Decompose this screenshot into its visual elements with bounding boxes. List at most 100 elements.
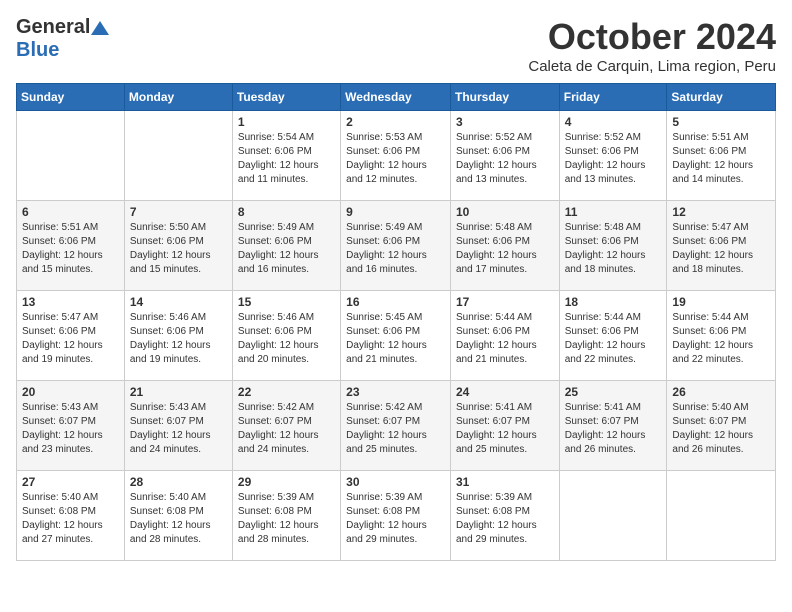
day-info: Sunrise: 5:39 AM Sunset: 6:08 PM Dayligh… xyxy=(456,491,554,547)
day-number: 31 xyxy=(456,475,554,489)
calendar-cell: 24Sunrise: 5:41 AM Sunset: 6:07 PM Dayli… xyxy=(450,381,559,471)
calendar-week-3: 13 Sunrise: 5:47 AM Sunset: 6:06 PM Dayli… xyxy=(17,291,776,381)
day-info: Sunrise: 5:51 AM Sunset: 6:06 PM Dayligh… xyxy=(22,221,119,277)
calendar-cell: 22Sunrise: 5:42 AM Sunset: 6:07 PM Dayli… xyxy=(232,381,340,471)
day-info: Sunrise: 5:46 AM Sunset: 6:06 PM Dayligh… xyxy=(238,311,335,367)
day-number: 17 xyxy=(456,295,554,309)
calendar-cell: 17 Sunrise: 5:44 AM Sunset: 6:06 PM Dayli… xyxy=(450,291,559,381)
day-info: Sunrise: 5:40 AM Sunset: 6:08 PM Dayligh… xyxy=(22,491,119,547)
calendar-week-2: 6 Sunrise: 5:51 AM Sunset: 6:06 PM Daylig… xyxy=(17,201,776,291)
calendar-cell: 18 Sunrise: 5:44 AM Sunset: 6:06 PM Dayli… xyxy=(559,291,667,381)
calendar-cell: 2Sunrise: 5:53 AM Sunset: 6:06 PM Daylig… xyxy=(341,111,451,201)
day-info: Sunrise: 5:52 AM Sunset: 6:06 PM Dayligh… xyxy=(456,131,554,187)
day-number: 28 xyxy=(130,475,227,489)
day-info: Sunrise: 5:40 AM Sunset: 6:07 PM Dayligh… xyxy=(672,401,770,457)
day-info: Sunrise: 5:44 AM Sunset: 6:06 PM Dayligh… xyxy=(456,311,554,367)
day-number: 20 xyxy=(22,385,119,399)
calendar-cell: 19Sunrise: 5:44 AM Sunset: 6:06 PM Dayli… xyxy=(667,291,776,381)
day-number: 29 xyxy=(238,475,335,489)
calendar-cell: 16 Sunrise: 5:45 AM Sunset: 6:06 PM Dayli… xyxy=(341,291,451,381)
logo-general-text: General xyxy=(16,16,90,39)
day-number: 30 xyxy=(346,475,445,489)
calendar-cell xyxy=(17,111,125,201)
calendar-cell: 7Sunrise: 5:50 AM Sunset: 6:06 PM Daylig… xyxy=(124,201,232,291)
calendar-cell: 15 Sunrise: 5:46 AM Sunset: 6:06 PM Dayli… xyxy=(232,291,340,381)
day-number: 14 xyxy=(130,295,227,309)
day-info: Sunrise: 5:49 AM Sunset: 6:06 PM Dayligh… xyxy=(238,221,335,277)
day-header-friday: Friday xyxy=(559,84,667,111)
logo: General Blue xyxy=(16,16,110,62)
logo-blue-text: Blue xyxy=(16,39,59,61)
calendar-cell: 13 Sunrise: 5:47 AM Sunset: 6:06 PM Dayli… xyxy=(17,291,125,381)
day-info: Sunrise: 5:42 AM Sunset: 6:07 PM Dayligh… xyxy=(238,401,335,457)
day-info: Sunrise: 5:44 AM Sunset: 6:06 PM Dayligh… xyxy=(565,311,662,367)
calendar-body: 1Sunrise: 5:54 AM Sunset: 6:06 PM Daylig… xyxy=(17,111,776,561)
day-info: Sunrise: 5:49 AM Sunset: 6:06 PM Dayligh… xyxy=(346,221,445,277)
calendar-cell xyxy=(559,471,667,561)
day-header-wednesday: Wednesday xyxy=(341,84,451,111)
calendar-cell: 1Sunrise: 5:54 AM Sunset: 6:06 PM Daylig… xyxy=(232,111,340,201)
day-number: 11 xyxy=(565,205,662,219)
calendar-week-1: 1Sunrise: 5:54 AM Sunset: 6:06 PM Daylig… xyxy=(17,111,776,201)
day-header-monday: Monday xyxy=(124,84,232,111)
logo-bird-icon xyxy=(91,19,109,37)
day-number: 27 xyxy=(22,475,119,489)
day-number: 3 xyxy=(456,115,554,129)
day-number: 5 xyxy=(672,115,770,129)
day-info: Sunrise: 5:47 AM Sunset: 6:06 PM Dayligh… xyxy=(672,221,770,277)
calendar-cell: 8 Sunrise: 5:49 AM Sunset: 6:06 PM Daylig… xyxy=(232,201,340,291)
day-number: 19 xyxy=(672,295,770,309)
calendar-header-row: SundayMondayTuesdayWednesdayThursdayFrid… xyxy=(17,84,776,111)
calendar-cell: 20Sunrise: 5:43 AM Sunset: 6:07 PM Dayli… xyxy=(17,381,125,471)
calendar-cell: 27 Sunrise: 5:40 AM Sunset: 6:08 PM Dayli… xyxy=(17,471,125,561)
day-number: 12 xyxy=(672,205,770,219)
calendar-cell xyxy=(124,111,232,201)
day-number: 8 xyxy=(238,205,335,219)
day-info: Sunrise: 5:51 AM Sunset: 6:06 PM Dayligh… xyxy=(672,131,770,187)
calendar-cell: 23 Sunrise: 5:42 AM Sunset: 6:07 PM Dayli… xyxy=(341,381,451,471)
day-info: Sunrise: 5:48 AM Sunset: 6:06 PM Dayligh… xyxy=(456,221,554,277)
calendar-cell: 11 Sunrise: 5:48 AM Sunset: 6:06 PM Dayli… xyxy=(559,201,667,291)
day-info: Sunrise: 5:45 AM Sunset: 6:06 PM Dayligh… xyxy=(346,311,445,367)
day-number: 6 xyxy=(22,205,119,219)
day-info: Sunrise: 5:40 AM Sunset: 6:08 PM Dayligh… xyxy=(130,491,227,547)
calendar-week-4: 20 Sunrise: 5:43 AM Sunset: 6:07 PM Dayli… xyxy=(17,381,776,471)
calendar-cell: 12 Sunrise: 5:47 AM Sunset: 6:06 PM Dayli… xyxy=(667,201,776,291)
calendar-cell: 29Sunrise: 5:39 AM Sunset: 6:08 PM Dayli… xyxy=(232,471,340,561)
day-header-saturday: Saturday xyxy=(667,84,776,111)
calendar-cell: 9Sunrise: 5:49 AM Sunset: 6:06 PM Daylig… xyxy=(341,201,451,291)
day-number: 18 xyxy=(565,295,662,309)
day-info: Sunrise: 5:43 AM Sunset: 6:07 PM Dayligh… xyxy=(130,401,227,457)
day-number: 4 xyxy=(565,115,662,129)
day-number: 10 xyxy=(456,205,554,219)
day-info: Sunrise: 5:39 AM Sunset: 6:08 PM Dayligh… xyxy=(346,491,445,547)
calendar-table: SundayMondayTuesdayWednesdayThursdayFrid… xyxy=(16,83,776,561)
day-header-sunday: Sunday xyxy=(17,84,125,111)
calendar-cell: 6 Sunrise: 5:51 AM Sunset: 6:06 PM Daylig… xyxy=(17,201,125,291)
day-number: 13 xyxy=(22,295,119,309)
calendar-cell: 21 Sunrise: 5:43 AM Sunset: 6:07 PM Dayli… xyxy=(124,381,232,471)
calendar-cell: 25Sunrise: 5:41 AM Sunset: 6:07 PM Dayli… xyxy=(559,381,667,471)
calendar-cell: 10 Sunrise: 5:48 AM Sunset: 6:06 PM Dayli… xyxy=(450,201,559,291)
day-info: Sunrise: 5:52 AM Sunset: 6:06 PM Dayligh… xyxy=(565,131,662,187)
calendar-week-5: 27 Sunrise: 5:40 AM Sunset: 6:08 PM Dayli… xyxy=(17,471,776,561)
day-info: Sunrise: 5:48 AM Sunset: 6:06 PM Dayligh… xyxy=(565,221,662,277)
day-header-thursday: Thursday xyxy=(450,84,559,111)
day-info: Sunrise: 5:42 AM Sunset: 6:07 PM Dayligh… xyxy=(346,401,445,457)
day-number: 1 xyxy=(238,115,335,129)
title-section: October 2024 Caleta de Carquin, Lima reg… xyxy=(528,16,776,75)
month-title: October 2024 xyxy=(528,16,776,58)
day-info: Sunrise: 5:53 AM Sunset: 6:06 PM Dayligh… xyxy=(346,131,445,187)
day-info: Sunrise: 5:47 AM Sunset: 6:06 PM Dayligh… xyxy=(22,311,119,367)
day-number: 23 xyxy=(346,385,445,399)
calendar-cell: 4 Sunrise: 5:52 AM Sunset: 6:06 PM Daylig… xyxy=(559,111,667,201)
calendar-cell: 5 Sunrise: 5:51 AM Sunset: 6:06 PM Daylig… xyxy=(667,111,776,201)
day-number: 16 xyxy=(346,295,445,309)
calendar-cell: 28 Sunrise: 5:40 AM Sunset: 6:08 PM Dayli… xyxy=(124,471,232,561)
day-number: 21 xyxy=(130,385,227,399)
day-info: Sunrise: 5:41 AM Sunset: 6:07 PM Dayligh… xyxy=(565,401,662,457)
calendar-cell xyxy=(667,471,776,561)
calendar-cell: 31 Sunrise: 5:39 AM Sunset: 6:08 PM Dayli… xyxy=(450,471,559,561)
day-number: 15 xyxy=(238,295,335,309)
location-subtitle: Caleta de Carquin, Lima region, Peru xyxy=(528,58,776,75)
